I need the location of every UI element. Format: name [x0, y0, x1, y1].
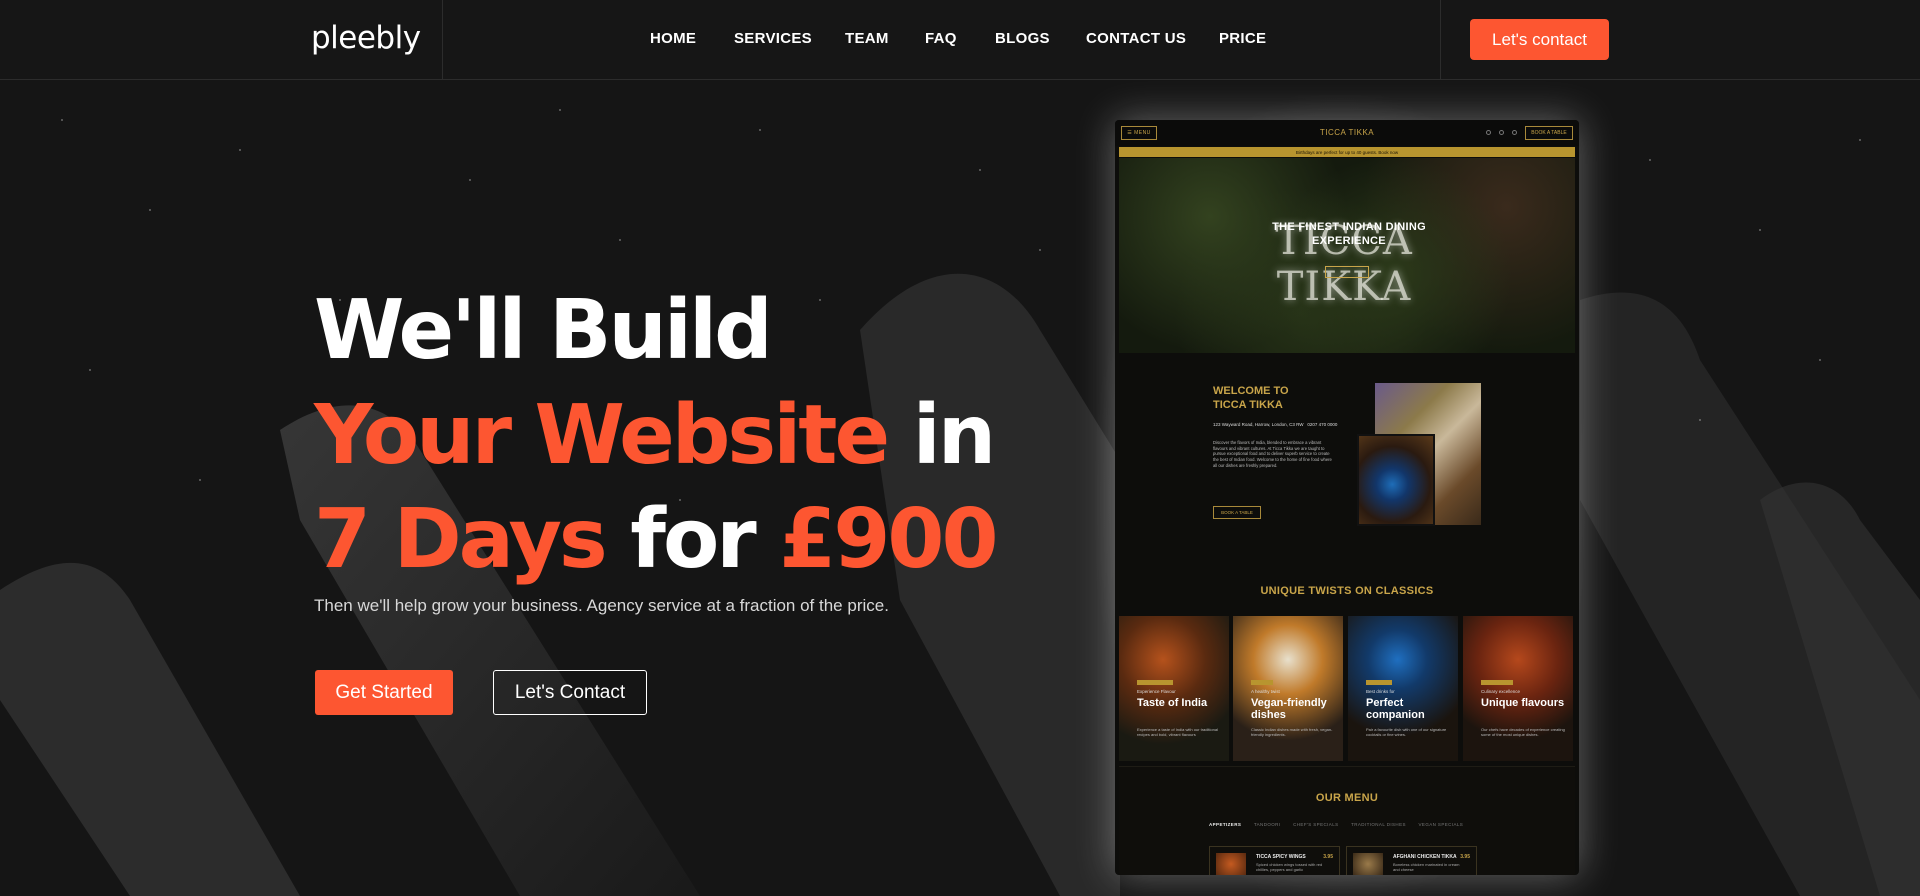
card-title: Unique flavours: [1481, 697, 1565, 709]
mockup-hero-image: TICCA TIKKA THE FINEST INDIAN DINING EXP…: [1119, 158, 1575, 353]
hero-accent-price: £900: [779, 492, 998, 587]
hero-accent-days: 7 Days: [314, 492, 608, 587]
brand-logo[interactable]: pleebly: [311, 20, 421, 56]
instagram-icon: [1499, 130, 1504, 135]
card-subtitle: Culinary excellence: [1481, 689, 1521, 694]
mockup-dish-item: AFGHANI CHICKEN TIKKA 3.95 Boneless chic…: [1346, 846, 1477, 875]
mockup-menu-title: OUR MENU: [1315, 792, 1379, 804]
nav-item-faq[interactable]: FAQ: [925, 30, 957, 47]
facebook-icon: [1486, 130, 1491, 135]
hero-headline-line1: We'll Build: [314, 290, 773, 372]
mockup-hero-button: [1325, 266, 1369, 278]
header-divider-right: [1440, 0, 1441, 80]
mockup-phone: 0207 470 0000: [1307, 422, 1338, 427]
hero-line3-mid: for: [604, 492, 780, 587]
card-title: Perfect companion: [1366, 697, 1425, 722]
mockup-tab-traditional: TRADITIONAL DISHES: [1351, 822, 1406, 827]
dish-name: AFGHANI CHICKEN TIKKA: [1393, 854, 1457, 860]
hero-subtitle: Then we'll help grow your business. Agen…: [314, 596, 889, 615]
mockup-card-taste-of-india: Experience Flavour Taste of India Experi…: [1119, 616, 1229, 761]
nav-item-home[interactable]: HOME: [650, 30, 696, 47]
nav-item-price[interactable]: PRICE: [1219, 30, 1266, 47]
mockup-brand: TICCA TIKKA: [1319, 128, 1375, 137]
mockup-card-vegan: A healthy twist Vegan-friendly dishes Cl…: [1233, 616, 1343, 761]
dish-description: Spiced chicken wings tossed with red chi…: [1256, 862, 1323, 873]
card-tag: [1251, 680, 1273, 685]
dish-price: 3.95: [1460, 854, 1470, 860]
mockup-address: 123 Wayward Road, Harrow, London, C3 RW …: [1213, 422, 1343, 428]
card-description: Classic Indian dishes made with fresh, v…: [1251, 727, 1333, 738]
mockup-tab-tandoori: TANDOORI: [1253, 822, 1281, 827]
lets-contact-button[interactable]: Let's contact: [1470, 19, 1609, 60]
hero-lets-contact-button[interactable]: Let's Contact: [493, 670, 647, 715]
card-description: Experience a taste of India with our tra…: [1137, 727, 1218, 738]
dish-thumbnail: [1353, 853, 1383, 875]
linkedin-icon: [1512, 130, 1517, 135]
mockup-book-button: BOOK A TABLE: [1525, 126, 1573, 140]
mockup-twists-title: UNIQUE TWISTS ON CLASSICS: [1260, 585, 1434, 597]
card-title: Taste of India: [1137, 697, 1208, 709]
mockup-dish-item: TICCA SPICY WINGS 3.95 Spiced chicken wi…: [1209, 846, 1340, 875]
mockup-tab-appetizers: APPETIZERS: [1209, 822, 1242, 827]
card-description: Pair a favourite dish with one of our si…: [1366, 727, 1447, 738]
mockup-welcome-book-button: BOOK A TABLE: [1213, 506, 1261, 519]
hero-line1-text: We'll Build: [314, 283, 773, 378]
mockup-banner: Birthdays are perfect for up to 40 guest…: [1119, 147, 1575, 157]
card-tag: [1481, 680, 1513, 685]
mockup-card-companion: Best drinks for Perfect companion Pair a…: [1348, 616, 1458, 761]
mockup-nav: ☰ MENU TICCA TIKKA BOOK A TABLE: [1115, 120, 1579, 146]
header-divider-left: [442, 0, 443, 80]
mockup-hero-title: THE FINEST INDIAN DINING EXPERIENCE: [1272, 221, 1426, 248]
nav-item-contact-us[interactable]: CONTACT US: [1086, 30, 1186, 47]
hero-line2-rest: in: [887, 388, 997, 483]
card-subtitle: Best drinks for: [1366, 689, 1395, 694]
website-mockup-preview: ☰ MENU TICCA TIKKA BOOK A TABLE Birthday…: [1115, 120, 1579, 875]
nav-item-services[interactable]: SERVICES: [734, 30, 812, 47]
dish-thumbnail: [1216, 853, 1246, 875]
mockup-tab-chefs-specials: CHEF'S SPECIALS: [1293, 822, 1339, 827]
mockup-drinks-image: [1357, 434, 1435, 526]
site-header: pleebly HOME SERVICES TEAM FAQ BLOGS CON…: [0, 0, 1920, 80]
card-subtitle: A healthy twist: [1251, 689, 1280, 694]
dish-price: 3.95: [1323, 854, 1333, 860]
mockup-welcome-title: WELCOME TO TICCA TIKKA: [1213, 385, 1289, 412]
dish-name: TICCA SPICY WINGS: [1256, 854, 1306, 860]
card-description: Our chefs have decades of experience cre…: [1481, 727, 1565, 738]
nav-item-blogs[interactable]: BLOGS: [995, 30, 1050, 47]
hero-headline-line3: 7 Days for £900: [314, 499, 999, 581]
card-tag: [1366, 680, 1392, 685]
hero-headline-line2: Your Website in: [314, 395, 996, 477]
card-title: Vegan-friendly dishes: [1251, 697, 1327, 722]
mockup-address-text: 123 Wayward Road, Harrow, London, C3 RW: [1213, 422, 1304, 427]
mockup-tab-vegan: VEGAN SPECIALS: [1418, 822, 1464, 827]
mockup-card-unique-flavours: Culinary excellence Unique flavours Our …: [1463, 616, 1573, 761]
card-tag: [1137, 680, 1173, 685]
get-started-button[interactable]: Get Started: [315, 670, 453, 715]
mockup-welcome-text: Discover the flavors of India, blended t…: [1213, 440, 1332, 468]
dish-description: Boneless chicken marinated in cream and …: [1393, 862, 1460, 873]
mockup-menu-tabs: APPETIZERS TANDOORI CHEF'S SPECIALS TRAD…: [1209, 822, 1474, 827]
nav-item-team[interactable]: TEAM: [845, 30, 889, 47]
card-subtitle: Experience Flavour: [1137, 689, 1176, 694]
hero-accent-website: Your Website: [314, 388, 890, 483]
